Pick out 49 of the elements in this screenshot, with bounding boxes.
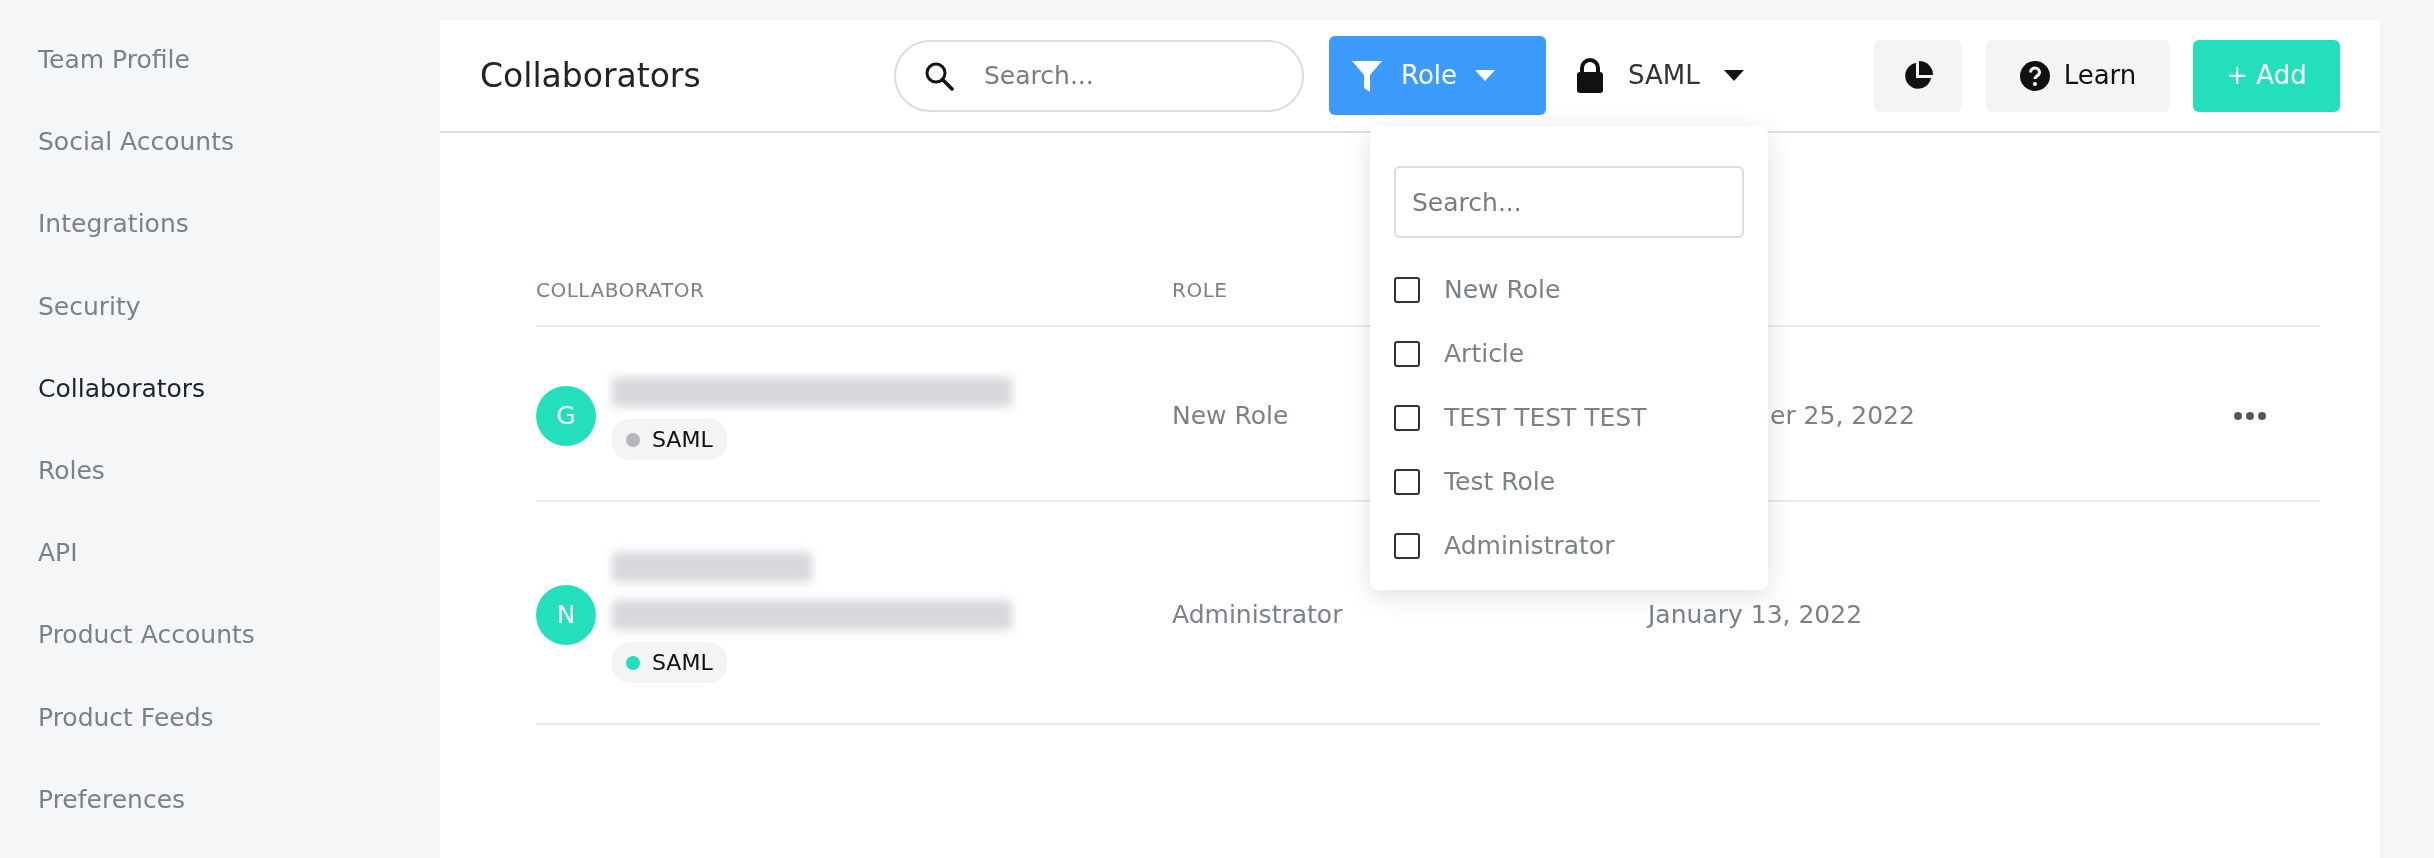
menu-option[interactable]: New Role [1394,258,1744,322]
lock-icon [1576,57,1604,94]
pie-chart-button[interactable] [1874,39,1962,112]
option-label: TEST TEST TEST [1444,402,1647,435]
checkbox[interactable] [1394,533,1420,559]
pie-chart-icon [1902,59,1934,92]
table-cell-text: Administrator [1172,598,1343,631]
sidebar-item[interactable]: Product Accounts [38,611,440,694]
sidebar-item[interactable]: Security [38,282,440,365]
option-label: New Role [1444,274,1561,307]
sidebar-item[interactable]: Integrations [38,200,440,283]
help-icon [2019,60,2050,91]
search-field[interactable]: Search... [894,39,1304,112]
column-header: ROLE [1172,277,1228,304]
checkbox[interactable] [1394,405,1420,431]
sidebar-item[interactable]: Roles [38,447,440,530]
sidebar-item[interactable]: Product Feeds [38,693,440,776]
more-icon [2234,411,2266,420]
avatar: N [536,584,596,645]
page-title: Collaborators [480,55,702,96]
sidebar-item[interactable]: Preferences [38,775,440,858]
sidebar-item[interactable]: Social Accounts [38,118,440,201]
column-header: COLLABORATOR [536,277,705,304]
role-filter-button[interactable]: Role [1329,36,1546,115]
status-label: SAML [652,649,713,677]
checkbox[interactable] [1394,469,1420,495]
sidebar-item[interactable]: API [38,529,440,612]
checkbox[interactable] [1394,341,1420,367]
saml-filter-button[interactable]: SAML [1570,39,1750,112]
filter-icon [1351,58,1383,93]
option-label: Article [1444,338,1525,371]
menu-option[interactable]: Administrator [1394,514,1744,578]
sidebar-item[interactable]: Team Profile [38,36,440,119]
menu-option[interactable]: Article [1394,322,1744,386]
menu-option[interactable]: TEST TEST TEST [1394,386,1744,450]
option-label: Test Role [1444,466,1556,499]
avatar: G [536,385,596,446]
table-cell-text: January 13, 2022 [1648,598,1863,631]
option-label: Administrator [1444,530,1615,563]
status-label: SAML [652,426,713,454]
caret-icon [1723,69,1744,82]
search-field[interactable]: Search... [1394,166,1744,238]
checkbox[interactable] [1394,277,1420,303]
menu-option[interactable]: Test Role [1394,450,1744,514]
table-cell-text: er 25, 2022 [1770,399,1915,432]
sidebar-item[interactable]: Collaborators [38,364,440,447]
table-cell-text: New Role [1172,399,1289,432]
caret-icon [1475,69,1496,82]
learn-button[interactable]: Learn [1986,39,2170,112]
